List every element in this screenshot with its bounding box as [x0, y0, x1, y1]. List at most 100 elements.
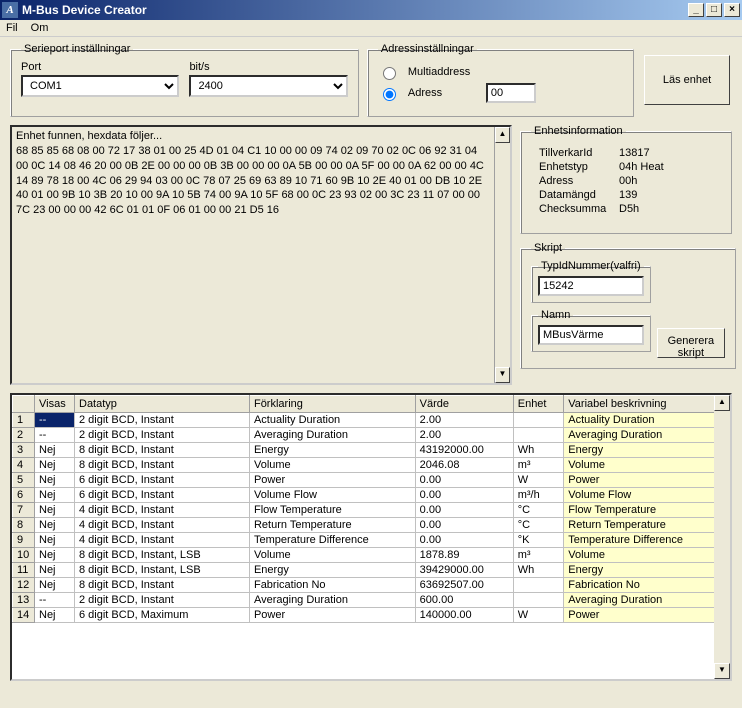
maximize-button[interactable]: □	[706, 3, 722, 17]
table-cell[interactable]: 4	[13, 458, 35, 473]
table-cell[interactable]: Energy	[564, 443, 730, 458]
table-cell[interactable]: 6 digit BCD, Instant	[75, 488, 250, 503]
table-cell[interactable]: 63692507.00	[415, 578, 513, 593]
table-cell[interactable]: Flow Temperature	[564, 503, 730, 518]
table-cell[interactable]: 39429000.00	[415, 563, 513, 578]
adress-radio[interactable]	[383, 88, 396, 101]
table-cell[interactable]: Nej	[35, 518, 75, 533]
table-cell[interactable]: Nej	[35, 563, 75, 578]
table-cell[interactable]: Volume	[249, 548, 415, 563]
table-row[interactable]: 9Nej4 digit BCD, InstantTemperature Diff…	[13, 533, 730, 548]
table-cell[interactable]: °C	[513, 518, 564, 533]
table-header[interactable]: Värde	[415, 396, 513, 413]
table-header[interactable]	[13, 396, 35, 413]
table-cell[interactable]: Energy	[249, 443, 415, 458]
bits-dropdown[interactable]: 2400	[189, 75, 347, 97]
table-cell[interactable]: m³	[513, 458, 564, 473]
port-dropdown[interactable]: COM1	[21, 75, 179, 97]
table-cell[interactable]: Averaging Duration	[564, 593, 730, 608]
table-row[interactable]: 7Nej4 digit BCD, InstantFlow Temperature…	[13, 503, 730, 518]
table-cell[interactable]: --	[35, 593, 75, 608]
table-cell[interactable]: 6	[13, 488, 35, 503]
table-cell[interactable]: Volume Flow	[564, 488, 730, 503]
table-cell[interactable]: W	[513, 473, 564, 488]
table-row[interactable]: 4Nej8 digit BCD, InstantVolume2046.08m³V…	[13, 458, 730, 473]
scroll-down-icon[interactable]: ▼	[714, 663, 730, 679]
table-cell[interactable]: Volume	[564, 458, 730, 473]
table-cell[interactable]: 2 digit BCD, Instant	[75, 593, 250, 608]
table-cell[interactable]: Power	[249, 473, 415, 488]
table-cell[interactable]: Flow Temperature	[249, 503, 415, 518]
table-cell[interactable]: Nej	[35, 458, 75, 473]
table-cell[interactable]: Averaging Duration	[249, 428, 415, 443]
table-cell[interactable]	[513, 413, 564, 428]
typid-input[interactable]	[538, 276, 644, 296]
table-cell[interactable]: 2 digit BCD, Instant	[75, 413, 250, 428]
table-cell[interactable]: Return Temperature	[564, 518, 730, 533]
table-cell[interactable]: Wh	[513, 563, 564, 578]
table-cell[interactable]: 1	[13, 413, 35, 428]
table-cell[interactable]: Fabrication No	[249, 578, 415, 593]
table-header[interactable]: Variabel beskrivning	[564, 396, 730, 413]
table-cell[interactable]: Power	[564, 473, 730, 488]
menu-fil[interactable]: Fil	[6, 22, 18, 34]
table-cell[interactable]: Averaging Duration	[564, 428, 730, 443]
table-cell[interactable]: Wh	[513, 443, 564, 458]
table-row[interactable]: 5Nej6 digit BCD, InstantPower0.00WPower	[13, 473, 730, 488]
table-row[interactable]: 2--2 digit BCD, InstantAveraging Duratio…	[13, 428, 730, 443]
table-cell[interactable]: °K	[513, 533, 564, 548]
table-row[interactable]: 10Nej8 digit BCD, Instant, LSBVolume1878…	[13, 548, 730, 563]
scroll-down-icon[interactable]: ▼	[495, 367, 510, 383]
adress-input[interactable]	[486, 83, 536, 103]
table-row[interactable]: 3Nej8 digit BCD, InstantEnergy43192000.0…	[13, 443, 730, 458]
generera-skript-button[interactable]: Generera skript	[657, 328, 725, 358]
table-cell[interactable]: 10	[13, 548, 35, 563]
table-cell[interactable]: Fabrication No	[564, 578, 730, 593]
table-cell[interactable]: 0.00	[415, 533, 513, 548]
table-cell[interactable]: °C	[513, 503, 564, 518]
table-cell[interactable]: 2.00	[415, 413, 513, 428]
minimize-button[interactable]: _	[688, 3, 704, 17]
table-header[interactable]: Förklaring	[249, 396, 415, 413]
table-cell[interactable]: 8 digit BCD, Instant, LSB	[75, 563, 250, 578]
scroll-up-icon[interactable]: ▲	[495, 127, 510, 143]
table-row[interactable]: 12Nej8 digit BCD, InstantFabrication No6…	[13, 578, 730, 593]
table-cell[interactable]: 4 digit BCD, Instant	[75, 503, 250, 518]
table-cell[interactable]: 0.00	[415, 473, 513, 488]
table-cell[interactable]: Volume	[249, 458, 415, 473]
table-cell[interactable]: 6 digit BCD, Instant	[75, 473, 250, 488]
table-cell[interactable]: 9	[13, 533, 35, 548]
table-cell[interactable]: 13	[13, 593, 35, 608]
table-row[interactable]: 1--2 digit BCD, InstantActuality Duratio…	[13, 413, 730, 428]
table-cell[interactable]: Nej	[35, 503, 75, 518]
table-row[interactable]: 14Nej6 digit BCD, MaximumPower140000.00W…	[13, 608, 730, 623]
table-cell[interactable]: 7	[13, 503, 35, 518]
table-cell[interactable]: Power	[564, 608, 730, 623]
table-header[interactable]: Datatyp	[75, 396, 250, 413]
table-cell[interactable]: 43192000.00	[415, 443, 513, 458]
table-cell[interactable]: 12	[13, 578, 35, 593]
table-scrollbar[interactable]: ▲ ▼	[714, 395, 730, 679]
table-cell[interactable]: 5	[13, 473, 35, 488]
table-cell[interactable]: 14	[13, 608, 35, 623]
table-cell[interactable]: Actuality Duration	[249, 413, 415, 428]
table-cell[interactable]: Volume	[564, 548, 730, 563]
table-cell[interactable]: 0.00	[415, 503, 513, 518]
table-cell[interactable]: 8 digit BCD, Instant	[75, 578, 250, 593]
table-cell[interactable]: Temperature Difference	[564, 533, 730, 548]
table-cell[interactable]: Nej	[35, 488, 75, 503]
table-cell[interactable]: Energy	[564, 563, 730, 578]
hex-scrollbar[interactable]: ▲ ▼	[494, 127, 510, 383]
table-cell[interactable]: Nej	[35, 578, 75, 593]
table-cell[interactable]: Nej	[35, 443, 75, 458]
table-cell[interactable]: 4 digit BCD, Instant	[75, 518, 250, 533]
table-cell[interactable]: 4 digit BCD, Instant	[75, 533, 250, 548]
table-row[interactable]: 13--2 digit BCD, Instant Averaging Durati…	[13, 593, 730, 608]
namn-input[interactable]	[538, 325, 644, 345]
close-button[interactable]: ×	[724, 3, 740, 17]
table-cell[interactable]: 8 digit BCD, Instant, LSB	[75, 548, 250, 563]
table-cell[interactable]: 8 digit BCD, Instant	[75, 443, 250, 458]
table-row[interactable]: 8Nej4 digit BCD, InstantReturn Temperatu…	[13, 518, 730, 533]
table-cell[interactable]: Volume Flow	[249, 488, 415, 503]
table-cell[interactable]: Power	[249, 608, 415, 623]
